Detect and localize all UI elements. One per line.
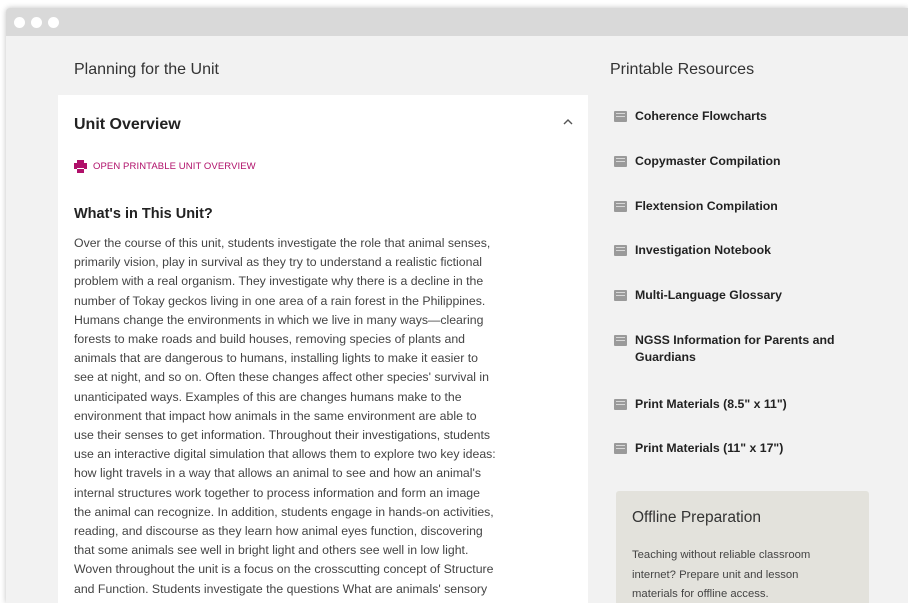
resource-multi-language-glossary[interactable]: Multi-Language Glossary	[614, 287, 865, 304]
whats-in-unit-heading: What's in This Unit?	[74, 206, 213, 222]
resource-label: Print Materials (11" x 17")	[635, 441, 784, 455]
unit-overview-card: Unit Overview OPEN PRINTABLE UNIT OVERVI…	[58, 95, 588, 603]
pdf-icon	[614, 156, 627, 167]
description-line: animals that are dangerous to humans, in…	[74, 351, 478, 366]
offline-preparation-title: Offline Preparation	[632, 509, 761, 526]
description-line: use an interactive digital simulation th…	[74, 447, 496, 462]
resource-label: Multi-Language Glossary	[635, 288, 782, 302]
offline-preparation-text: Teaching without reliable classroom inte…	[632, 546, 862, 603]
description-line: how light travels in a way that allows a…	[74, 466, 481, 481]
description-line: number of Tokay geckos living in one are…	[74, 293, 486, 308]
pdf-icon	[614, 335, 627, 346]
description-line: the animal can recognize. In addition, s…	[74, 504, 494, 519]
offline-preparation-card[interactable]: Offline Preparation Teaching without rel…	[616, 491, 869, 603]
description-line: Humans change the environments in which …	[74, 312, 484, 327]
chevron-up-icon[interactable]	[563, 113, 573, 125]
pdf-icon	[614, 245, 627, 256]
window-minimize-dot[interactable]	[31, 17, 42, 28]
description-line: reading, and discourse as they learn how…	[74, 524, 483, 539]
offline-text-line: materials for offline access.	[632, 588, 769, 600]
description-line: problem with a real organism. They inves…	[74, 274, 484, 289]
resource-label: NGSS Information for Parents and Guardia…	[635, 333, 835, 364]
resource-flextension-compilation[interactable]: Flextension Compilation	[614, 198, 865, 215]
description-line: that some animals see well in bright lig…	[74, 543, 469, 558]
resource-investigation-notebook[interactable]: Investigation Notebook	[614, 242, 865, 259]
planning-heading: Planning for the Unit	[74, 61, 219, 78]
resource-print-materials-letter[interactable]: Print Materials (8.5" x 11")	[614, 396, 865, 413]
description-line: unanticipated ways. Examples of this are…	[74, 389, 462, 404]
resource-coherence-flowcharts[interactable]: Coherence Flowcharts	[614, 108, 865, 125]
resource-print-materials-tabloid[interactable]: Print Materials (11" x 17")	[614, 440, 865, 457]
printer-icon	[74, 160, 87, 173]
pdf-icon	[614, 290, 627, 301]
resource-copymaster-compilation[interactable]: Copymaster Compilation	[614, 153, 865, 170]
pdf-icon	[614, 399, 627, 410]
unit-overview-title: Unit Overview	[74, 116, 181, 133]
printable-resources-heading: Printable Resources	[610, 61, 755, 78]
description-line: see at night, and so on. Often these cha…	[74, 370, 490, 385]
description-line: Woven throughout the unit is a focus on …	[74, 562, 494, 577]
resource-label: Print Materials (8.5" x 11")	[635, 397, 787, 411]
print-link-label: OPEN PRINTABLE UNIT OVERVIEW	[93, 160, 256, 172]
pdf-icon	[614, 201, 627, 212]
description-line: primarily vision, play in survival as th…	[74, 255, 483, 270]
description-line: environment that impact how animals in t…	[74, 408, 477, 423]
pdf-icon	[614, 111, 627, 122]
resource-label: Investigation Notebook	[635, 243, 771, 257]
window-titlebar	[6, 8, 908, 36]
resource-label: Flextension Compilation	[635, 199, 778, 213]
resource-ngss-information[interactable]: NGSS Information for Parents and Guardia…	[614, 332, 865, 366]
window-maximize-dot[interactable]	[48, 17, 59, 28]
unit-description: Over the course of this unit, students i…	[74, 234, 554, 599]
offline-text-line: internet? Prepare unit and lesson	[632, 568, 799, 581]
pdf-icon	[614, 443, 627, 454]
description-line: and Function. Students investigate the q…	[74, 581, 488, 596]
resource-label: Coherence Flowcharts	[635, 109, 767, 123]
offline-text-line: Teaching without reliable classroom	[632, 549, 811, 561]
description-line: use their senses to get information. Thr…	[74, 428, 491, 443]
description-line: forests to make roads and build houses, …	[74, 332, 465, 347]
description-line: internal structures work together to pro…	[74, 485, 480, 500]
open-printable-unit-overview-link[interactable]: OPEN PRINTABLE UNIT OVERVIEW	[74, 158, 256, 174]
description-line: Over the course of this unit, students i…	[74, 236, 491, 250]
browser-window: Planning for the Unit Printable Resource…	[6, 8, 908, 603]
resource-label: Copymaster Compilation	[635, 154, 781, 168]
window-close-dot[interactable]	[14, 17, 25, 28]
